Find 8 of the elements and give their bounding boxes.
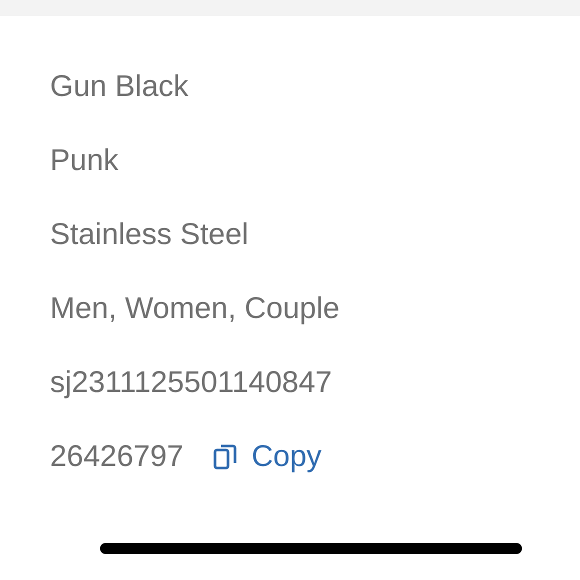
detail-value: Men, Women, Couple bbox=[50, 292, 340, 326]
order-number: 26426797 bbox=[50, 440, 184, 474]
detail-value: Gun Black bbox=[50, 70, 188, 104]
copy-button[interactable]: Copy bbox=[213, 440, 322, 474]
detail-value: Stainless Steel bbox=[50, 218, 248, 252]
detail-value: Punk bbox=[50, 144, 118, 178]
detail-value: sj2311125501140847 bbox=[50, 366, 332, 400]
copy-icon bbox=[213, 444, 238, 470]
